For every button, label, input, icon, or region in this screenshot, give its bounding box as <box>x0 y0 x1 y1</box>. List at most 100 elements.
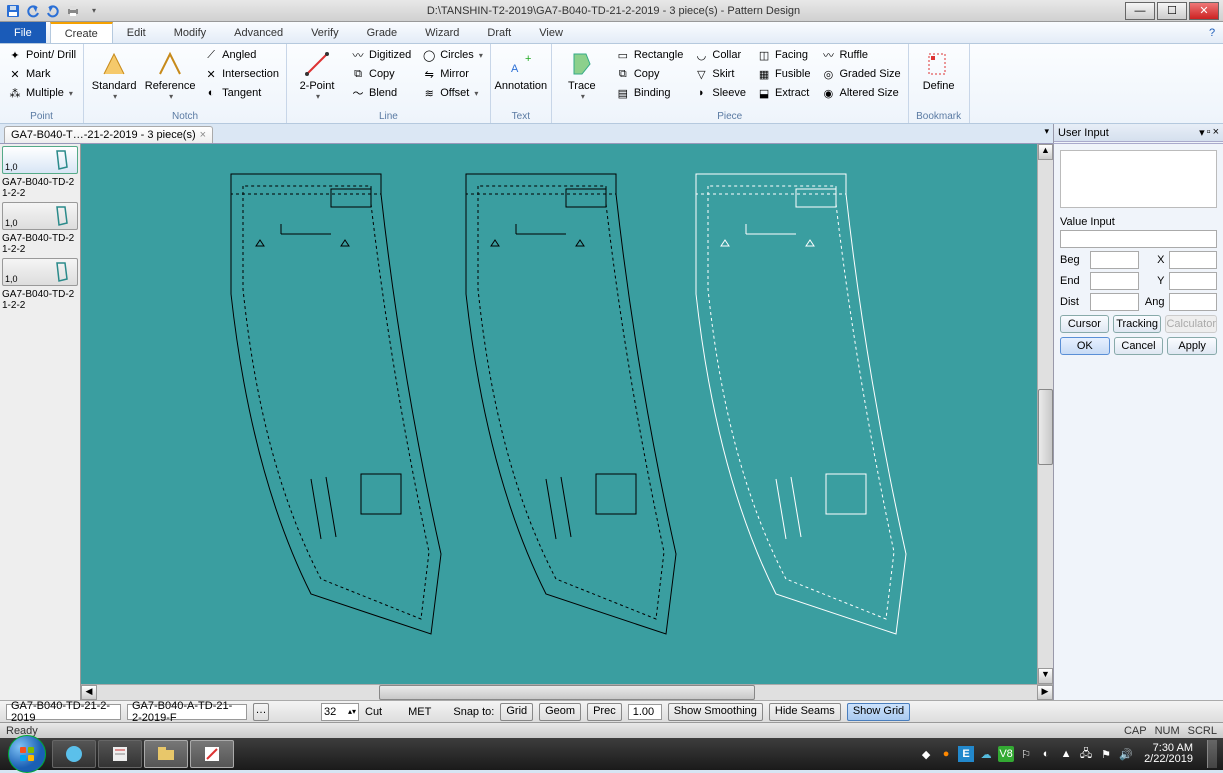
menu-draft[interactable]: Draft <box>473 22 525 43</box>
skirt-button[interactable]: ▽Skirt <box>690 65 749 83</box>
collar-button[interactable]: ◡Collar <box>690 46 749 64</box>
quick-file1[interactable]: GA7-B040-TD-21-2-2019 <box>6 704 121 720</box>
tray-icon[interactable]: ▲ <box>1058 746 1074 762</box>
blend-button[interactable]: 〜Blend <box>347 84 414 102</box>
qa-customize-icon[interactable] <box>84 2 102 20</box>
tray-icon[interactable]: ● <box>938 746 954 762</box>
snap-prec-button[interactable]: Prec <box>587 703 622 721</box>
close-button[interactable]: ✕ <box>1189 2 1219 20</box>
tangent-button[interactable]: ◐Tangent <box>200 84 282 102</box>
document-tab-active[interactable]: GA7-B040-T…-21-2-2019 - 3 piece(s) × <box>4 126 213 143</box>
scroll-up-button[interactable]: ▲ <box>1038 144 1053 160</box>
panel-dropdown-icon[interactable]: ▾ <box>1199 126 1205 139</box>
tray-icon[interactable]: ◆ <box>918 746 934 762</box>
quick-browse-icon[interactable]: … <box>253 703 269 721</box>
beg-field[interactable] <box>1090 251 1139 269</box>
menu-file[interactable]: File <box>0 22 46 43</box>
vertical-scrollbar[interactable]: ▲ ▼ <box>1037 144 1053 684</box>
menu-wizard[interactable]: Wizard <box>411 22 473 43</box>
two-point-button[interactable]: 2-Point <box>291 46 343 103</box>
tracking-button[interactable]: Tracking <box>1113 315 1162 333</box>
tray-flag-icon[interactable]: ⚑ <box>1098 746 1114 762</box>
define-button[interactable]: Define <box>913 46 965 94</box>
document-tabs-dropdown-icon[interactable]: ▾ <box>1044 126 1049 137</box>
cancel-button[interactable]: Cancel <box>1114 337 1164 355</box>
help-icon[interactable]: ? <box>1201 22 1223 43</box>
menu-verify[interactable]: Verify <box>297 22 353 43</box>
qa-redo-icon[interactable] <box>44 2 62 20</box>
horizontal-scrollbar[interactable]: ◀ ▶ <box>81 684 1053 700</box>
quick-spin[interactable]: 32▴▾ <box>321 703 359 721</box>
annotation-button[interactable]: A+ Annotation <box>495 46 547 94</box>
graded-size-button[interactable]: ◎Graded Size <box>817 65 903 83</box>
document-tab-close-icon[interactable]: × <box>200 129 206 141</box>
dist-field[interactable] <box>1090 293 1139 311</box>
extract-button[interactable]: ⬓Extract <box>753 84 813 102</box>
menu-view[interactable]: View <box>525 22 577 43</box>
panel-pin-icon[interactable]: ▫ <box>1207 126 1211 139</box>
digitized-button[interactable]: 〰Digitized <box>347 46 414 64</box>
tray-icon[interactable]: V8 <box>998 746 1014 762</box>
tray-volume-icon[interactable]: 🔊 <box>1118 746 1134 762</box>
trace-button[interactable]: Trace <box>556 46 608 103</box>
circles-button[interactable]: ◯Circles <box>418 46 486 64</box>
maximize-button[interactable]: ☐ <box>1157 2 1187 20</box>
scroll-thumb[interactable] <box>379 685 755 700</box>
piece-thumbnail-2[interactable]: 1,0 <box>2 202 78 230</box>
hide-seams-button[interactable]: Hide Seams <box>769 703 841 721</box>
show-grid-button[interactable]: Show Grid <box>847 703 910 721</box>
start-button[interactable] <box>8 735 46 773</box>
snap-grid-button[interactable]: Grid <box>500 703 533 721</box>
qa-print-icon[interactable] <box>64 2 82 20</box>
minimize-button[interactable]: — <box>1125 2 1155 20</box>
ruffle-button[interactable]: 〰Ruffle <box>817 46 903 64</box>
apply-button[interactable]: Apply <box>1167 337 1217 355</box>
snap-value[interactable]: 1.00 <box>628 704 662 720</box>
tray-icon[interactable]: ☁ <box>978 746 994 762</box>
qa-undo-icon[interactable] <box>24 2 42 20</box>
tray-icon[interactable]: E <box>958 746 974 762</box>
menu-advanced[interactable]: Advanced <box>220 22 297 43</box>
tray-icon[interactable]: ◐ <box>1038 746 1054 762</box>
ok-button[interactable]: OK <box>1060 337 1110 355</box>
panel-close-icon[interactable]: × <box>1213 126 1219 139</box>
snap-geom-button[interactable]: Geom <box>539 703 581 721</box>
canvas[interactable] <box>81 144 1037 684</box>
qa-save-icon[interactable] <box>4 2 22 20</box>
scroll-track[interactable] <box>1038 160 1053 668</box>
scroll-thumb[interactable] <box>1038 389 1053 465</box>
show-smoothing-button[interactable]: Show Smoothing <box>668 703 763 721</box>
scroll-track[interactable] <box>97 685 1037 700</box>
piece-thumbnail-1[interactable]: 1,0 <box>2 146 78 174</box>
mirror-button[interactable]: ⇋Mirror <box>418 65 486 83</box>
scroll-right-button[interactable]: ▶ <box>1037 685 1053 700</box>
altered-size-button[interactable]: ◉Altered Size <box>817 84 903 102</box>
fusible-button[interactable]: ▦Fusible <box>753 65 813 83</box>
sleeve-button[interactable]: ◗Sleeve <box>690 84 749 102</box>
binding-button[interactable]: ▤Binding <box>612 84 687 102</box>
facing-button[interactable]: ◫Facing <box>753 46 813 64</box>
menu-create[interactable]: Create <box>50 22 113 43</box>
menu-edit[interactable]: Edit <box>113 22 160 43</box>
piece-thumbnail-3[interactable]: 1,0 <box>2 258 78 286</box>
intersection-button[interactable]: ✕Intersection <box>200 65 282 83</box>
reference-notch-button[interactable]: Reference <box>144 46 196 103</box>
scroll-left-button[interactable]: ◀ <box>81 685 97 700</box>
rectangle-button[interactable]: ▭Rectangle <box>612 46 687 64</box>
scroll-down-button[interactable]: ▼ <box>1038 668 1053 684</box>
multiple-button[interactable]: ⁂Multiple <box>4 84 79 102</box>
tray-network-icon[interactable]: 🖧 <box>1078 746 1094 762</box>
end-field[interactable] <box>1090 272 1139 290</box>
menu-grade[interactable]: Grade <box>353 22 412 43</box>
cursor-button[interactable]: Cursor <box>1060 315 1109 333</box>
x-field[interactable] <box>1169 251 1218 269</box>
tray-icon[interactable]: ⚐ <box>1018 746 1034 762</box>
taskbar-clock[interactable]: 7:30 AM 2/22/2019 <box>1138 743 1199 765</box>
copy-line-button[interactable]: ⧉Copy <box>347 65 414 83</box>
value-input-field[interactable] <box>1060 230 1217 248</box>
angled-button[interactable]: ⟋Angled <box>200 46 282 64</box>
offset-button[interactable]: ≋Offset <box>418 84 486 102</box>
copy-piece-button[interactable]: ⧉Copy <box>612 65 687 83</box>
mark-button[interactable]: ✕Mark <box>4 65 79 83</box>
point-drill-button[interactable]: ✦Point/ Drill <box>4 46 79 64</box>
